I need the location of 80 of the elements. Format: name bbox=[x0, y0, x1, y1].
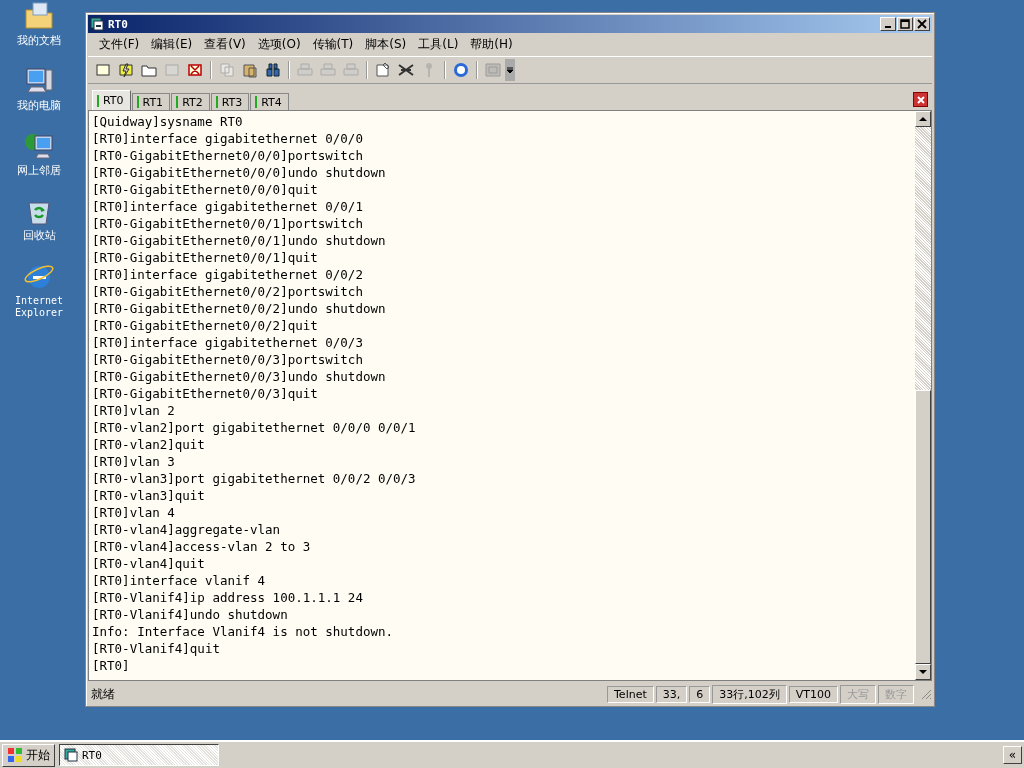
menu-item[interactable]: 编辑(E) bbox=[146, 36, 198, 53]
terminal-line: [RT0-GigabitEthernet0/0/3]quit bbox=[92, 385, 319, 402]
status-pane: Telnet bbox=[607, 685, 654, 703]
status-pane: VT100 bbox=[788, 685, 838, 703]
terminal-line: [RT0-GigabitEthernet0/0/0]portswitch bbox=[92, 147, 364, 164]
terminal-line: [RT0]vlan 4 bbox=[92, 504, 176, 521]
resize-grip-icon[interactable] bbox=[920, 688, 932, 700]
arrow-up-icon bbox=[919, 115, 927, 123]
terminal-line: Info: Interface Vlanif4 is not shutdown. bbox=[92, 623, 395, 640]
terminal-line: [RT0-vlan4]access-vlan 2 to 3 bbox=[92, 538, 312, 555]
scrollbar[interactable] bbox=[915, 111, 931, 680]
terminal-line: [RT0]vlan 3 bbox=[92, 453, 176, 470]
close-tab-button[interactable] bbox=[913, 92, 928, 107]
terminal-line: [RT0-vlan4]quit bbox=[92, 555, 206, 572]
arrow-down-icon bbox=[919, 668, 927, 676]
desktop-icon-label[interactable]: 回收站 bbox=[9, 230, 69, 242]
app-icon bbox=[90, 17, 104, 31]
menu-item[interactable]: 工具(L) bbox=[413, 36, 464, 53]
status-pane: 33行,102列 bbox=[712, 684, 787, 704]
terminal-line: [RT0]vlan 2 bbox=[92, 402, 176, 419]
close-button[interactable] bbox=[914, 17, 930, 31]
terminal-line: [RT0-GigabitEthernet0/0/2]portswitch bbox=[92, 283, 364, 300]
terminal-line: [RT0-GigabitEthernet0/0/3]undo shutdown bbox=[92, 368, 387, 385]
terminal-line: [RT0-GigabitEthernet0/0/1]quit bbox=[92, 249, 319, 266]
maximize-icon bbox=[900, 19, 910, 29]
desktop-icon-label[interactable]: 我的电脑 bbox=[9, 100, 69, 112]
session-tab[interactable]: RT1 bbox=[131, 93, 171, 110]
terminal-line: [RT0]interface gigabitethernet 0/0/1 bbox=[92, 198, 364, 215]
taskbar-button[interactable]: RT0 bbox=[59, 744, 219, 766]
terminal-line: [RT0-GigabitEthernet0/0/2]undo shutdown bbox=[92, 300, 387, 317]
session-tab[interactable]: RT2 bbox=[171, 93, 210, 110]
menu-item[interactable]: 查看(V) bbox=[199, 36, 251, 53]
terminal-line: [RT0-vlan2]port gigabitethernet 0/0/0 0/0/1 bbox=[92, 419, 417, 436]
overflow-button[interactable] bbox=[505, 59, 515, 81]
terminal-line: [RT0-Vlanif4]undo shutdown bbox=[92, 606, 289, 623]
windows-logo bbox=[7, 747, 23, 763]
minimize-button[interactable] bbox=[880, 17, 896, 31]
terminal-line: [RT0-Vlanif4]quit bbox=[92, 640, 221, 657]
close-icon bbox=[917, 19, 927, 29]
status-message: 就绪 bbox=[90, 685, 116, 703]
status-pane: 数字 bbox=[878, 684, 914, 704]
terminal-line: [RT0-GigabitEthernet0/0/0]quit bbox=[92, 181, 319, 198]
maximize-button[interactable] bbox=[897, 17, 913, 31]
terminal-line: [RT0-vlan2]quit bbox=[92, 436, 206, 453]
terminal-line: [RT0-GigabitEthernet0/0/0]undo shutdown bbox=[92, 164, 387, 181]
close-icon bbox=[915, 94, 926, 105]
terminal-line: [RT0-Vlanif4]ip address 100.1.1.1 24 bbox=[92, 589, 364, 606]
menu-item[interactable]: 脚本(S) bbox=[360, 36, 412, 53]
terminal-line: [RT0-vlan3]port gigabitethernet 0/0/2 0/0/3 bbox=[92, 470, 417, 487]
terminal-line: [RT0-GigabitEthernet0/0/1]portswitch bbox=[92, 215, 364, 232]
status-pane: 33, bbox=[655, 685, 688, 703]
terminal-line: [RT0] bbox=[92, 657, 131, 674]
terminal-line: [RT0]interface gigabitethernet 0/0/3 bbox=[92, 334, 364, 351]
start-button[interactable]: 开始 bbox=[2, 743, 55, 767]
desktop-icon-label[interactable]: 网上邻居 bbox=[9, 165, 69, 177]
terminal-line: [RT0-GigabitEthernet0/0/1]undo shutdown bbox=[92, 232, 387, 249]
terminal-line: [RT0-vlan4]aggregate-vlan bbox=[92, 521, 282, 538]
minimize-icon bbox=[885, 26, 891, 28]
terminal-line: [Quidway]sysname RT0 bbox=[92, 113, 244, 130]
session-tab[interactable]: RT4 bbox=[250, 93, 289, 110]
terminal-line: [RT0-GigabitEthernet0/0/3]portswitch bbox=[92, 351, 364, 368]
terminal-line: [RT0]interface vlanif 4 bbox=[92, 572, 267, 589]
menu-item[interactable]: 帮助(H) bbox=[465, 36, 518, 53]
session-tab[interactable]: RT0 bbox=[92, 90, 131, 110]
app-icon bbox=[64, 748, 78, 762]
window-title: RT0 bbox=[108, 17, 128, 31]
session-tab[interactable]: RT3 bbox=[210, 93, 250, 110]
menu-item[interactable]: 传输(T) bbox=[307, 36, 359, 53]
terminal-line: [RT0]interface gigabitethernet 0/0/2 bbox=[92, 266, 364, 283]
menu-item[interactable]: 文件(F) bbox=[94, 36, 145, 53]
desktop-icon-label[interactable]: Internet Explorer bbox=[9, 295, 69, 319]
status-pane: 6 bbox=[689, 685, 711, 703]
menu-item[interactable]: 选项(O) bbox=[252, 36, 306, 53]
desktop-icon-label[interactable]: 我的文档 bbox=[9, 35, 69, 47]
terminal-line: [RT0-GigabitEthernet0/0/2]quit bbox=[92, 317, 319, 334]
tray-expand-button[interactable]: « bbox=[1002, 746, 1022, 764]
folder-icon[interactable] bbox=[23, 0, 55, 32]
terminal-line: [RT0-vlan3]quit bbox=[92, 487, 206, 504]
caret-icon bbox=[506, 66, 514, 74]
terminal-line: [RT0]interface gigabitethernet 0/0/0 bbox=[92, 130, 364, 147]
